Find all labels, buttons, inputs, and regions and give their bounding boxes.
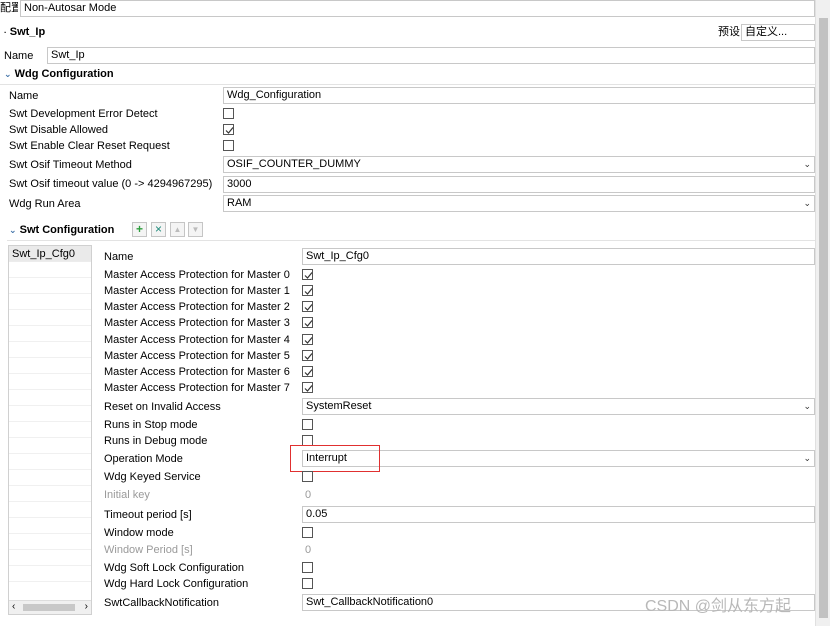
chevron-down-icon: ⌄ (803, 198, 811, 208)
list-hscrollbar[interactable]: ‹ › (9, 600, 91, 614)
module-title: · Swt_Ip (4, 25, 45, 40)
wdg-name-field[interactable]: Wdg_Configuration (223, 87, 815, 104)
chevron-down-icon: ⌄ (9, 225, 17, 235)
osif-method-dropdown[interactable]: OSIF_COUNTER_DUMMY ⌄ (223, 156, 815, 173)
wdg-section-title: Wdg Configuration (14, 68, 114, 80)
master-protection-checkbox[interactable] (302, 350, 313, 361)
swt-name-label: Name (104, 251, 134, 263)
highlight-box (290, 445, 380, 472)
soft-lock-label: Wdg Soft Lock Configuration (104, 562, 245, 574)
chevron-down-icon: ⌄ (4, 69, 12, 79)
add-button[interactable]: + (132, 222, 147, 237)
preset-dropdown[interactable]: 自定义... (741, 24, 815, 41)
scroll-thumb[interactable] (819, 18, 828, 618)
master-protection-checkbox[interactable] (302, 269, 313, 280)
chevron-right-icon[interactable]: › (85, 601, 88, 612)
scroll-thumb[interactable] (23, 604, 75, 611)
hard-lock-checkbox[interactable] (302, 578, 313, 589)
master-protection-checkbox[interactable] (302, 285, 313, 296)
keyed-service-label: Wdg Keyed Service (104, 471, 201, 483)
master-protection-label: Master Access Protection for Master 7 (104, 382, 290, 394)
master-protection-checkbox[interactable] (302, 334, 313, 345)
chevron-left-icon[interactable]: ‹ (12, 601, 15, 612)
stop-mode-label: Runs in Stop mode (104, 419, 198, 431)
initial-key-label: Initial key (104, 489, 150, 501)
master-protection-label: Master Access Protection for Master 2 (104, 301, 290, 313)
osif-timeout-field[interactable]: 3000 (223, 176, 815, 193)
master-protection-label: Master Access Protection for Master 4 (104, 334, 290, 346)
run-area-dropdown[interactable]: RAM ⌄ (223, 195, 815, 212)
config-mode-field[interactable]: Non-Autosar Mode (20, 0, 815, 17)
divider (7, 240, 815, 241)
master-protection-checkbox[interactable] (302, 317, 313, 328)
master-protection-label: Master Access Protection for Master 1 (104, 285, 290, 297)
vertical-scrollbar[interactable] (815, 0, 830, 626)
preset-label: 预设 (718, 26, 740, 38)
swt-config-list[interactable]: Swt_Ip_Cfg0 ‹ › (8, 245, 92, 615)
master-protection-label: Master Access Protection for Master 6 (104, 366, 290, 378)
hard-lock-label: Wdg Hard Lock Configuration (104, 578, 249, 590)
initial-key-value: 0 (305, 489, 312, 501)
wdg-name-label: Name (9, 90, 39, 102)
osif-method-value: OSIF_COUNTER_DUMMY (227, 158, 361, 170)
name-field[interactable]: Swt_Ip (47, 47, 815, 64)
chevron-down-icon: ⌄ (803, 159, 811, 169)
window-period-label: Window Period [s] (104, 544, 193, 556)
disable-allowed-label: Swt Disable Allowed (9, 124, 109, 136)
debug-mode-label: Runs in Debug mode (104, 435, 208, 447)
chevron-down-icon: ⌄ (803, 401, 811, 411)
swt-name-field[interactable]: Swt_Ip_Cfg0 (302, 248, 815, 265)
window-mode-label: Window mode (104, 527, 174, 539)
swt-section-title: Swt Configuration (19, 224, 115, 236)
plus-icon: + (135, 222, 143, 236)
swt-section-header[interactable]: ⌄ Swt Configuration (9, 223, 114, 237)
reset-invalid-value: SystemReset (306, 400, 372, 412)
clear-reset-checkbox[interactable] (223, 140, 234, 151)
osif-method-label: Swt Osif Timeout Method (9, 159, 132, 171)
soft-lock-checkbox[interactable] (302, 562, 313, 573)
reset-invalid-dropdown[interactable]: SystemReset ⌄ (302, 398, 815, 415)
module-title-text: Swt_Ip (9, 26, 46, 38)
disable-allowed-checkbox[interactable] (223, 124, 234, 135)
clear-reset-label: Swt Enable Clear Reset Request (9, 140, 170, 152)
wdg-section-header[interactable]: ⌄ Wdg Configuration (4, 67, 114, 81)
master-protection-checkbox[interactable] (302, 301, 313, 312)
osif-timeout-label: Swt Osif timeout value (0 -> 4294967295) (9, 178, 213, 190)
name-label: Name (4, 50, 34, 62)
callback-label: SwtCallbackNotification (104, 597, 219, 609)
dev-error-checkbox[interactable] (223, 108, 234, 119)
run-area-label: Wdg Run Area (9, 198, 81, 210)
x-icon: × (154, 222, 162, 236)
master-protection-label: Master Access Protection for Master 5 (104, 350, 290, 362)
move-up-button[interactable]: ▲ (170, 222, 185, 237)
window-period-value: 0 (305, 544, 312, 556)
operation-mode-label: Operation Mode (104, 453, 183, 465)
remove-button[interactable]: × (151, 222, 166, 237)
reset-invalid-label: Reset on Invalid Access (104, 401, 221, 413)
master-protection-checkbox[interactable] (302, 382, 313, 393)
run-area-value: RAM (227, 197, 252, 209)
arrow-up-icon: ▲ (173, 225, 182, 234)
master-protection-label: Master Access Protection for Master 3 (104, 317, 290, 329)
master-protection-label: Master Access Protection for Master 0 (104, 269, 290, 281)
dev-error-label: Swt Development Error Detect (9, 108, 158, 120)
keyed-service-checkbox[interactable] (302, 471, 313, 482)
watermark: CSDN @剑从东方起 (645, 598, 792, 615)
move-down-button[interactable]: ▼ (188, 222, 203, 237)
divider (0, 84, 815, 85)
config-mode-label: 配置模式 (0, 2, 18, 14)
collapse-marker-icon: · (4, 28, 7, 37)
arrow-down-icon: ▼ (191, 225, 200, 234)
list-item[interactable]: Swt_Ip_Cfg0 (9, 246, 91, 262)
timeout-period-label: Timeout period [s] (104, 509, 192, 521)
master-protection-checkbox[interactable] (302, 366, 313, 377)
timeout-period-field[interactable]: 0.05 (302, 506, 815, 523)
chevron-down-icon: ⌄ (803, 453, 811, 463)
stop-mode-checkbox[interactable] (302, 419, 313, 430)
window-mode-checkbox[interactable] (302, 527, 313, 538)
